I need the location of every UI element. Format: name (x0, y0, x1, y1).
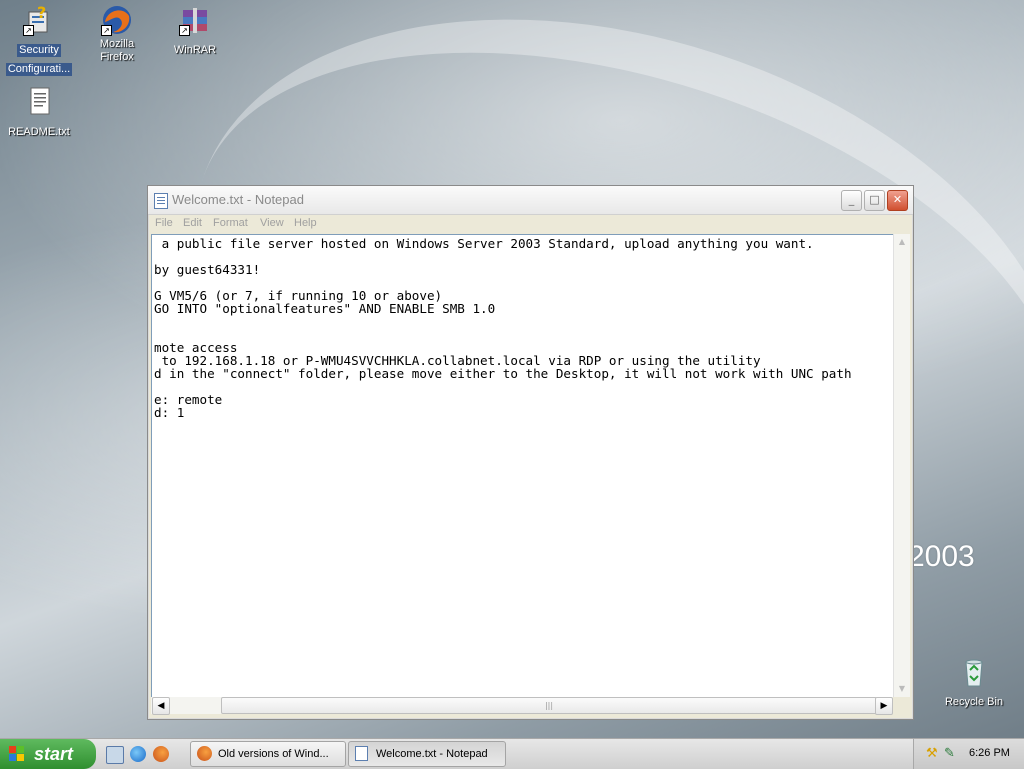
notepad-window[interactable]: Welcome.txt - Notepad _ □ ✕ File Edit Fo… (147, 185, 914, 720)
recycle-bin-icon (958, 656, 990, 688)
firefox-icon[interactable] (153, 746, 169, 762)
vertical-scrollbar[interactable]: ▲ ▼ (893, 234, 910, 697)
desktop-icon-security-configuration[interactable]: ? ↗ Security Configurati... (2, 3, 76, 76)
close-button[interactable]: ✕ (887, 190, 908, 211)
menu-help[interactable]: Help (294, 217, 317, 229)
start-button[interactable]: start (0, 739, 96, 769)
menu-edit[interactable]: Edit (183, 217, 202, 229)
document-text: a public file server hosted on Windows S… (154, 236, 852, 420)
menu-file[interactable]: File (155, 217, 173, 229)
system-tray: ⚒ ✎ 6:26 PM (913, 739, 1024, 769)
taskbar-button-label: Welcome.txt - Notepad (376, 748, 488, 760)
desktop-icon-label: Recycle Bin (944, 696, 1004, 708)
desktop-icon-label: WinRAR (173, 44, 217, 56)
desktop-icon-label: Security (17, 44, 61, 57)
wallpaper-brand-text: 2003 (908, 540, 975, 573)
notepad-icon (355, 746, 368, 761)
desktop-icon-readme[interactable]: README.txt (2, 86, 76, 139)
notepad-icon (154, 193, 168, 209)
firefox-icon (197, 746, 212, 761)
menu-view[interactable]: View (260, 217, 284, 229)
window-title: Welcome.txt - Notepad (172, 192, 304, 207)
menu-bar: File Edit Format View Help (150, 215, 911, 233)
menu-format[interactable]: Format (213, 217, 248, 229)
shortcut-arrow-icon: ↗ (101, 25, 112, 36)
minimize-button[interactable]: _ (841, 190, 862, 211)
show-desktop-icon[interactable] (106, 746, 124, 764)
text-file-icon (23, 86, 55, 118)
desktop-icon-mozilla-firefox[interactable]: ↗ Mozilla Firefox (80, 4, 154, 64)
desktop-icon-winrar[interactable]: ↗ WinRAR (158, 4, 232, 57)
desktop-icon-label: README.txt (8, 126, 70, 138)
taskbar-button-firefox[interactable]: Old versions of Wind... (190, 741, 346, 767)
windows-logo-icon (9, 746, 25, 762)
internet-explorer-icon[interactable] (130, 746, 146, 762)
horizontal-scroll-thumb[interactable]: ||| (221, 697, 877, 714)
scroll-right-icon[interactable]: ▶ (875, 697, 893, 715)
tray-security-icon[interactable]: ✎ (944, 747, 958, 761)
desktop-icon-recycle-bin[interactable]: Recycle Bin (937, 656, 1011, 709)
security-configuration-icon: ? ↗ (23, 3, 55, 36)
svg-text:?: ? (37, 4, 46, 22)
scroll-up-icon[interactable]: ▲ (894, 234, 910, 250)
desktop-icon-label: Configurati... (5, 63, 73, 76)
scroll-down-icon[interactable]: ▼ (894, 681, 910, 697)
firefox-icon: ↗ (101, 4, 133, 36)
winrar-icon: ↗ (179, 4, 211, 36)
text-editor[interactable]: a public file server hosted on Windows S… (151, 234, 895, 699)
scroll-left-icon[interactable]: ◀ (152, 697, 170, 715)
tray-network-icon[interactable]: ⚒ (926, 747, 940, 761)
shortcut-arrow-icon: ↗ (23, 25, 34, 36)
taskbar-button-notepad[interactable]: Welcome.txt - Notepad (348, 741, 506, 767)
taskbar: start Old versions of Wind... Welcome.tx… (0, 738, 1024, 769)
size-grip[interactable] (893, 697, 909, 714)
maximize-button[interactable]: □ (864, 190, 885, 211)
taskbar-button-label: Old versions of Wind... (218, 748, 329, 760)
desktop-icon-label: Mozilla Firefox (99, 38, 135, 63)
shortcut-arrow-icon: ↗ (179, 25, 190, 36)
clock[interactable]: 6:26 PM (969, 747, 1010, 759)
start-label: start (34, 744, 74, 764)
title-bar[interactable]: Welcome.txt - Notepad _ □ ✕ (148, 186, 913, 215)
horizontal-scrollbar[interactable]: ◀ ||| ▶ (151, 697, 893, 715)
